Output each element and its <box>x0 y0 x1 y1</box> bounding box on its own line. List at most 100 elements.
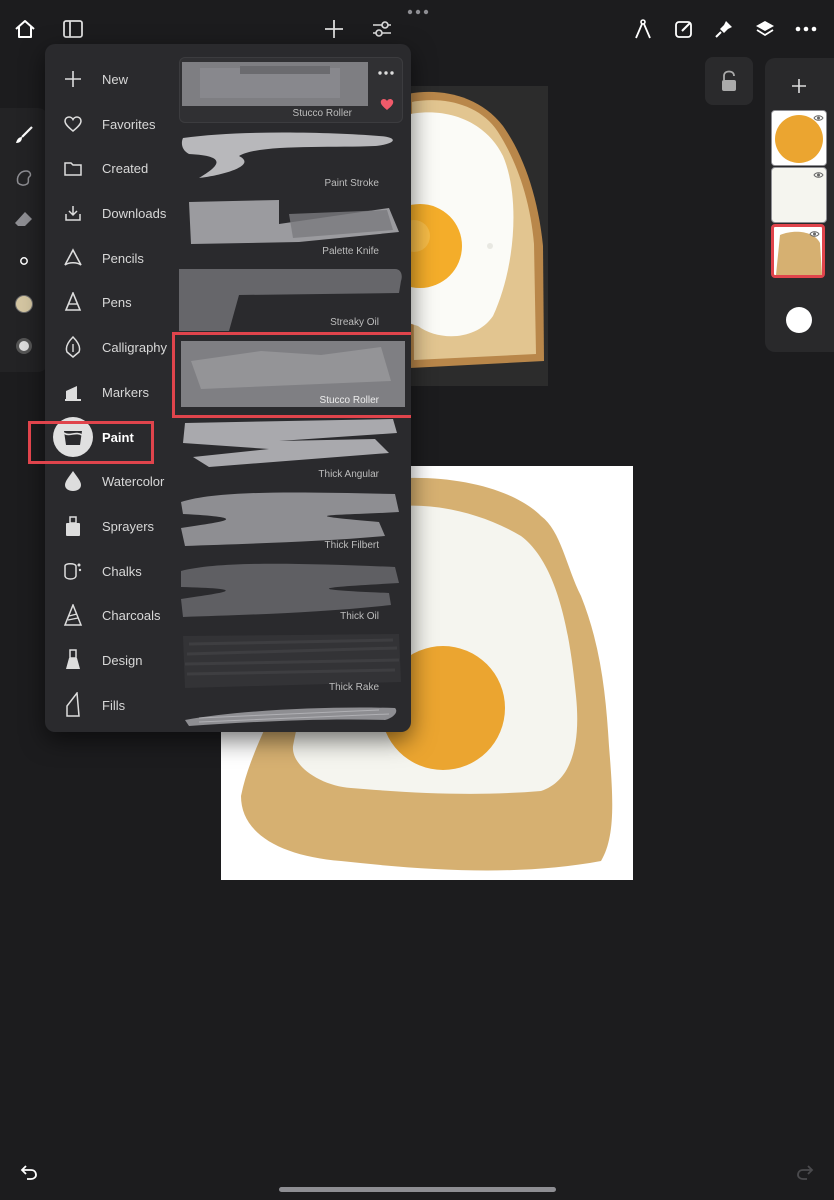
brush-paint-stroke[interactable]: Paint Stroke <box>179 126 403 192</box>
brush-stucco-roller-top[interactable]: Stucco Roller <box>179 57 403 123</box>
brush-streaky-oil[interactable]: Streaky Oil <box>179 265 403 331</box>
lock-button[interactable] <box>705 57 753 105</box>
category-label: Fills <box>102 697 126 713</box>
lock-icon <box>722 70 736 91</box>
add-layer-button[interactable] <box>785 72 813 100</box>
color-circle[interactable] <box>786 307 812 333</box>
color-swatch-icon <box>15 295 33 313</box>
category-design[interactable]: Design <box>45 638 180 682</box>
category-charcoals[interactable]: Charcoals <box>45 593 180 637</box>
category-chalks[interactable]: Chalks <box>45 549 180 593</box>
edit-square-icon <box>675 21 692 38</box>
chalk-icon <box>64 563 82 580</box>
smudge-icon <box>16 170 32 186</box>
brush-label: Thick Oil <box>340 611 379 622</box>
category-new[interactable]: New <box>45 57 180 101</box>
opacity-icon <box>16 338 32 354</box>
pen-icon <box>64 292 82 311</box>
brush-label: Streaky Oil <box>330 317 379 328</box>
brush-size-control[interactable] <box>9 246 39 276</box>
folder-icon <box>64 161 82 176</box>
home-icon <box>15 20 35 38</box>
pin-button[interactable] <box>709 14 739 44</box>
brush-label: Stucco Roller <box>292 108 352 119</box>
brush-library: New Favorites Created Downloads Pencils … <box>45 44 411 732</box>
pin-icon <box>715 21 732 38</box>
brush-settings-button[interactable] <box>367 14 397 44</box>
category-label: Charcoals <box>102 607 161 623</box>
category-label: Pencils <box>102 250 144 266</box>
category-downloads[interactable]: Downloads <box>45 191 180 235</box>
category-markers[interactable]: Markers <box>45 370 180 414</box>
category-label: Sprayers <box>102 518 155 534</box>
heart-icon[interactable] <box>380 98 394 111</box>
brush-palette-knife[interactable]: Palette Knife <box>179 194 403 260</box>
more-horizontal-icon <box>795 26 817 32</box>
layer-thumbnail-toast-selected[interactable] <box>771 224 825 278</box>
pencil-icon <box>64 248 82 266</box>
brush-thick-oil[interactable]: Thick Oil <box>179 559 403 625</box>
sliders-icon <box>373 21 391 37</box>
layers-panel <box>765 58 834 352</box>
brush-thick-rake[interactable]: Thick Rake <box>179 630 403 696</box>
brush-thick-angular[interactable]: Thick Angular <box>179 417 403 483</box>
handle-dots-icon[interactable] <box>406 7 430 17</box>
brush-next-partial[interactable] <box>179 698 403 728</box>
brush-stucco-roller-selected[interactable]: Stucco Roller <box>172 332 411 418</box>
category-label: Watercolor <box>102 473 165 489</box>
more-horizontal-icon[interactable] <box>378 71 394 75</box>
category-label: New <box>102 71 129 87</box>
plus-icon <box>792 79 806 93</box>
category-pencils[interactable]: Pencils <box>45 236 180 280</box>
color-swatch[interactable] <box>9 289 39 319</box>
layers-button[interactable] <box>750 14 780 44</box>
eraser-icon <box>15 212 32 226</box>
eye-icon[interactable] <box>813 114 824 122</box>
category-sprayers[interactable]: Sprayers <box>45 504 180 548</box>
guides-button[interactable] <box>628 14 658 44</box>
download-icon <box>65 206 81 221</box>
category-label: Created <box>102 160 149 176</box>
category-label: Pens <box>102 294 132 310</box>
brush-label: Thick Angular <box>318 469 379 480</box>
layer-thumbnail-yolk[interactable] <box>771 110 827 166</box>
design-icon <box>66 649 80 669</box>
brush-label: Stucco Roller <box>319 395 379 406</box>
brush-label: Thick Filbert <box>324 540 379 551</box>
plus-icon <box>325 20 343 38</box>
category-created[interactable]: Created <box>45 146 180 190</box>
paint-category-highlight <box>28 421 154 464</box>
smudge-tool[interactable] <box>9 162 39 192</box>
brush-thick-filbert[interactable]: Thick Filbert <box>179 488 403 554</box>
category-label: Calligraphy <box>102 339 168 355</box>
category-pens[interactable]: Pens <box>45 280 180 324</box>
compass-icon <box>635 19 651 39</box>
category-calligraphy[interactable]: Calligraphy <box>45 325 180 369</box>
brush-icon <box>16 126 33 143</box>
brush-label: Thick Rake <box>328 682 379 693</box>
eye-icon[interactable] <box>813 171 824 179</box>
eye-icon[interactable] <box>809 230 820 238</box>
category-favorites[interactable]: Favorites <box>45 102 180 146</box>
spray-can-icon <box>66 516 80 536</box>
brush-label: Palette Knife <box>322 246 379 257</box>
brush-tool[interactable] <box>9 120 39 150</box>
fill-icon <box>66 692 80 717</box>
category-watercolor[interactable]: Watercolor <box>45 459 180 503</box>
undo-button[interactable] <box>15 1158 43 1186</box>
redo-button[interactable] <box>791 1158 819 1186</box>
add-brush-button[interactable] <box>319 14 349 44</box>
more-button[interactable] <box>791 14 821 44</box>
charcoal-icon <box>63 604 83 626</box>
eraser-tool[interactable] <box>9 204 39 234</box>
category-fills[interactable]: Fills <box>45 683 180 727</box>
edit-button[interactable] <box>669 14 699 44</box>
sidebar-toggle-icon <box>63 20 83 38</box>
sidebar-toggle-button[interactable] <box>58 14 88 44</box>
layer-thumbnail-egg-white[interactable] <box>771 167 827 223</box>
category-label: Chalks <box>102 563 142 579</box>
category-label: Design <box>102 652 143 668</box>
opacity-control[interactable] <box>9 331 39 361</box>
home-button[interactable] <box>10 14 40 44</box>
redo-icon <box>797 1165 814 1180</box>
